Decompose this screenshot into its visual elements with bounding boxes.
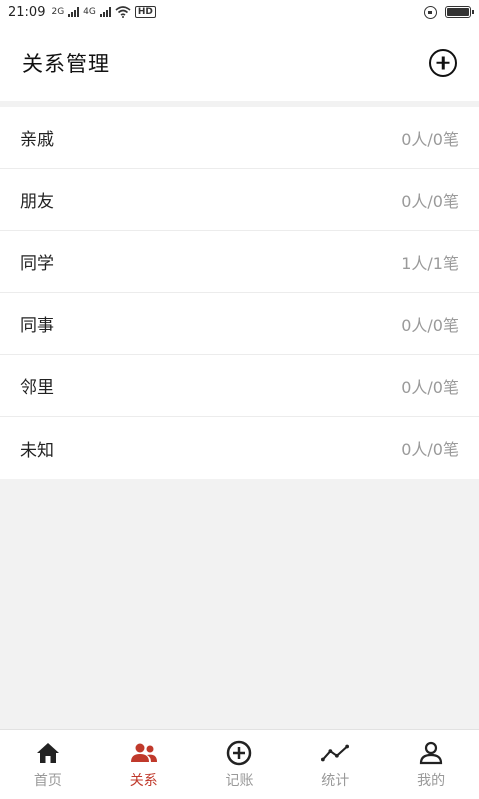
tab-mine[interactable]: 我的 bbox=[383, 730, 479, 799]
network-type-1: 2G bbox=[51, 7, 65, 17]
user-icon bbox=[417, 740, 445, 766]
relation-label: 朋友 bbox=[20, 192, 54, 212]
status-left: 21:09 2G 4G HD bbox=[8, 5, 156, 20]
network-type-2: 4G bbox=[83, 7, 96, 17]
relation-label: 亲戚 bbox=[20, 130, 54, 150]
tab-label: 我的 bbox=[417, 772, 446, 789]
relation-item-neighbors[interactable]: 邻里 0人/0笔 bbox=[0, 355, 479, 417]
relation-item-relatives[interactable]: 亲戚 0人/0笔 bbox=[0, 107, 479, 169]
tab-statistics[interactable]: 统计 bbox=[287, 730, 383, 799]
relation-label: 未知 bbox=[20, 440, 54, 461]
tab-label: 记账 bbox=[225, 772, 254, 789]
relation-count: 0人/0笔 bbox=[401, 440, 459, 459]
signal-icon-2 bbox=[99, 7, 111, 17]
battery-icon bbox=[445, 6, 474, 18]
people-icon bbox=[130, 740, 158, 766]
rotation-lock-icon bbox=[424, 5, 437, 19]
add-circle-icon bbox=[225, 740, 253, 766]
tab-bookkeeping[interactable]: 记账 bbox=[192, 730, 288, 799]
relation-item-unknown[interactable]: 未知 0人/0笔 bbox=[0, 417, 479, 479]
battery-fill bbox=[447, 8, 469, 16]
header: 关系管理 bbox=[0, 24, 479, 101]
signal-icon bbox=[68, 7, 80, 17]
add-relation-button[interactable] bbox=[429, 48, 457, 77]
bottom-tab-bar: 首页 关系 记账 统计 我的 bbox=[0, 729, 479, 799]
tab-label: 关系 bbox=[129, 772, 158, 789]
tab-home[interactable]: 首页 bbox=[0, 730, 96, 799]
relation-count: 0人/0笔 bbox=[401, 129, 459, 149]
relation-label: 邻里 bbox=[20, 378, 54, 398]
relation-list: 亲戚 0人/0笔 朋友 0人/0笔 同学 1人/1笔 同事 0人/0笔 邻里 0… bbox=[0, 107, 479, 479]
relation-item-colleagues[interactable]: 同事 0人/0笔 bbox=[0, 293, 479, 355]
status-time: 21:09 bbox=[8, 4, 46, 20]
relation-count: 0人/0笔 bbox=[401, 315, 459, 335]
relation-count: 1人/1笔 bbox=[401, 253, 459, 273]
status-icons: 2G 4G HD bbox=[51, 6, 156, 18]
relation-label: 同事 bbox=[20, 316, 54, 336]
relation-count: 0人/0笔 bbox=[401, 191, 459, 211]
page-title: 关系管理 bbox=[22, 51, 110, 76]
trend-icon bbox=[321, 740, 350, 766]
tab-label: 统计 bbox=[321, 772, 350, 789]
tab-relations[interactable]: 关系 bbox=[96, 730, 192, 799]
relation-item-classmates[interactable]: 同学 1人/1笔 bbox=[0, 231, 479, 293]
relation-count: 0人/0笔 bbox=[401, 377, 459, 397]
relation-item-friends[interactable]: 朋友 0人/0笔 bbox=[0, 169, 479, 231]
home-icon bbox=[34, 740, 62, 766]
relation-label: 同学 bbox=[20, 254, 54, 274]
tab-label: 首页 bbox=[33, 772, 62, 789]
wifi-icon bbox=[115, 6, 131, 18]
hd-badge: HD bbox=[134, 6, 156, 18]
status-right bbox=[424, 5, 474, 19]
status-bar: 21:09 2G 4G HD bbox=[0, 0, 479, 24]
